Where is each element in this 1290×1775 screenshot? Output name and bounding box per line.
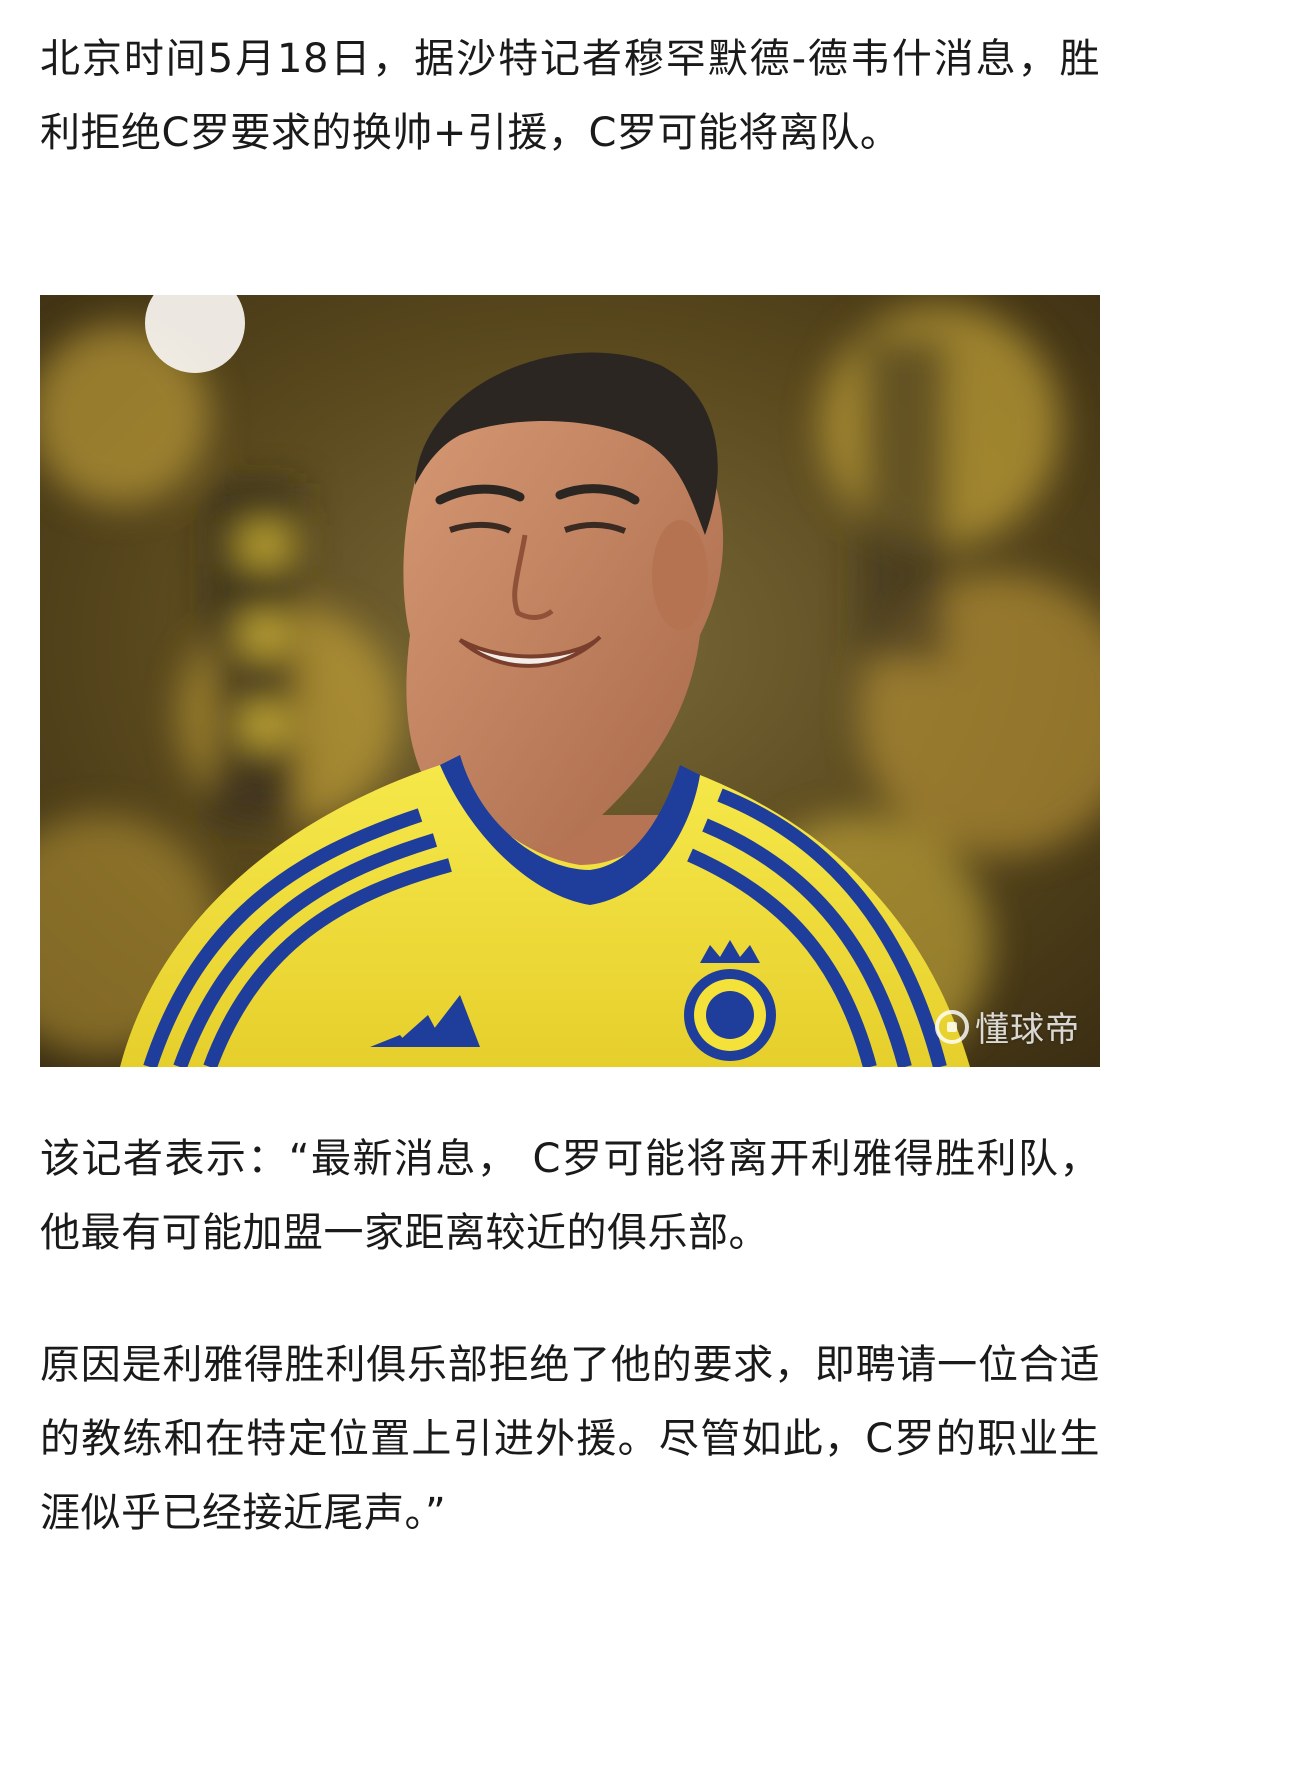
- article-paragraph-quote-start: 该记者表示：“最新消息， C罗可能将离开利雅得胜利队，他最有可能加盟一家距离较近…: [40, 1136, 1100, 1256]
- watermark-text: 懂球帝: [975, 1010, 1080, 1050]
- watermark: 懂球帝: [935, 1002, 1080, 1051]
- article-paragraph-quote-end: 原因是利雅得胜利俱乐部拒绝了他的要求，即聘请一位合适的教练和在特定位置上引进外援…: [40, 1342, 1100, 1536]
- article: 北京时间5月18日，据沙特记者穆罕默德-德韦什消息，胜利拒绝C罗要求的换帅+引援…: [0, 0, 1140, 1568]
- article-paragraph-intro: 北京时间5月18日，据沙特记者穆罕默德-德韦什消息，胜利拒绝C罗要求的换帅+引援…: [40, 36, 1100, 156]
- player-photo-illustration: [40, 295, 1100, 1067]
- article-photo: 懂球帝: [40, 295, 1100, 1067]
- watermark-logo-icon: [935, 1009, 969, 1044]
